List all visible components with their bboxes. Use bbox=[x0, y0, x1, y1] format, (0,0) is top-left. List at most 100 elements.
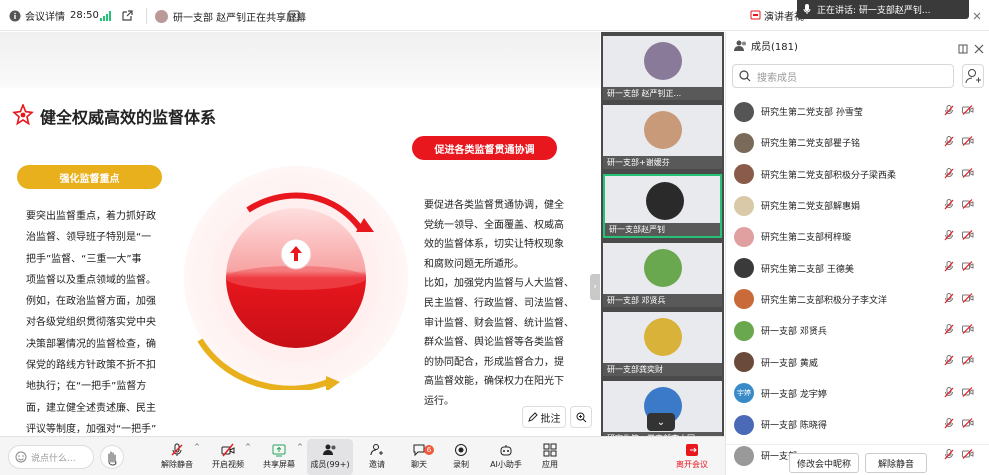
popout-icon[interactable] bbox=[122, 0, 133, 31]
camera-off-icon[interactable] bbox=[962, 230, 974, 243]
speaking-indicator: 正在讲话: 研一支部赵严钊... bbox=[797, 0, 969, 19]
microphone-muted-icon[interactable] bbox=[944, 198, 954, 213]
member-avatar bbox=[734, 164, 754, 185]
microphone-muted-icon[interactable] bbox=[944, 167, 954, 182]
microphone-muted-icon[interactable] bbox=[944, 292, 954, 307]
add-member-button[interactable] bbox=[962, 64, 984, 88]
start-video-button[interactable]: 开启视频 bbox=[206, 439, 250, 475]
participant-name: 研一支部龚奕财 bbox=[603, 363, 722, 376]
member-row[interactable]: 宇婷 研一支部 龙宇婷 bbox=[726, 378, 989, 409]
members-button[interactable]: 成员(99+) bbox=[307, 439, 353, 475]
member-row[interactable]: 研究生第二党支部积极分子梁西柔 bbox=[726, 159, 989, 190]
presenter-view-button[interactable]: 演讲者视 bbox=[750, 0, 804, 31]
video-gallery[interactable]: 研一支部 赵严钊正... 研一支部+谢媛芬 研一支部赵严钊 研一支部 邓贤兵研一支部龚… bbox=[601, 32, 724, 436]
microphone-muted-icon[interactable] bbox=[944, 324, 954, 338]
camera-off-icon[interactable] bbox=[962, 136, 974, 149]
collapse-icon[interactable] bbox=[972, 0, 982, 31]
search-placeholder: 搜索成员 bbox=[757, 72, 797, 84]
apps-button[interactable]: 应用 bbox=[528, 439, 572, 475]
microphone-muted-icon bbox=[171, 443, 183, 456]
annotate-button[interactable]: 批注 bbox=[522, 406, 566, 428]
paragraph-line: 要突出监督重点，着力抓好政 bbox=[26, 211, 156, 222]
zoom-button[interactable] bbox=[570, 406, 592, 428]
paragraph-line: 地执行；在“一把手”监督方 bbox=[26, 381, 147, 393]
unmute-member-button[interactable]: 解除静音 bbox=[865, 453, 927, 473]
camera-off-icon[interactable] bbox=[962, 198, 974, 212]
chevron-right-icon: › bbox=[593, 282, 597, 292]
member-row[interactable]: 研究生第二党支部解惠娟 bbox=[726, 190, 989, 221]
view-icon[interactable] bbox=[288, 0, 300, 31]
share-caret-icon[interactable]: ^ bbox=[297, 443, 303, 451]
camera-off-icon[interactable] bbox=[962, 386, 974, 400]
member-row[interactable]: 研究生第二支部柯梓璇 bbox=[726, 221, 989, 252]
share-screen-label: 共享屏幕 bbox=[263, 460, 295, 469]
rename-button[interactable]: 修改会中昵称 bbox=[789, 453, 859, 473]
unmute-button[interactable]: 解除静音 bbox=[155, 439, 199, 475]
video-tile[interactable]: 研一支部赵严钊 bbox=[603, 174, 722, 238]
paragraph-line: 治监督、领导班子特别是“一 bbox=[26, 232, 152, 244]
member-row[interactable]: 研究生第二党支部 孙雪莹 bbox=[726, 96, 989, 127]
microphone-muted-icon[interactable] bbox=[944, 417, 954, 432]
microphone-muted-icon[interactable] bbox=[944, 136, 954, 150]
panel-toggle-handle[interactable]: › bbox=[590, 274, 600, 300]
paragraph-line: 效的监督体系，切实让特权现象 bbox=[424, 239, 564, 251]
microphone-muted-icon[interactable] bbox=[944, 105, 954, 119]
member-row[interactable]: 研究生第二党支部瞿子铭 bbox=[726, 127, 989, 158]
participant-avatar bbox=[644, 42, 682, 80]
video-tile[interactable]: 研一支部 赵严钊正... bbox=[603, 36, 722, 100]
member-row[interactable]: 研一支部 邓贤兵 bbox=[726, 315, 989, 346]
microphone-muted-icon[interactable] bbox=[944, 386, 954, 401]
member-row[interactable]: 研究生第二支部 王德美 bbox=[726, 252, 989, 283]
raise-hand-button[interactable] bbox=[100, 445, 124, 469]
member-row[interactable]: 研一支部 陈晓得 bbox=[726, 409, 989, 440]
member-row[interactable]: 研究生第二支部积极分子李文洋 bbox=[726, 284, 989, 315]
camera-off-icon[interactable] bbox=[962, 261, 974, 274]
record-button[interactable]: 录制 bbox=[439, 439, 483, 475]
member-row[interactable]: 研一支部 黄威 bbox=[726, 346, 989, 377]
members-button-label: 成员(99+) bbox=[310, 460, 350, 469]
camera-off-icon[interactable] bbox=[962, 418, 974, 431]
leave-meeting-button[interactable]: 离开会议 bbox=[670, 439, 714, 475]
hand-icon bbox=[108, 451, 117, 466]
scroll-down-button[interactable]: ⌄ bbox=[647, 413, 675, 431]
invite-button[interactable]: 邀请 bbox=[355, 439, 399, 475]
apps-icon bbox=[543, 443, 557, 457]
camera-off-icon[interactable] bbox=[962, 355, 974, 368]
chat-button[interactable]: 聊天 bbox=[397, 439, 441, 475]
add-user-icon bbox=[965, 69, 981, 84]
microphone-muted-icon[interactable] bbox=[944, 230, 954, 244]
participant-avatar bbox=[644, 249, 682, 287]
members-list: 研究生第二党支部 孙雪莹研究生第二党支部瞿子铭 研究生第二党支部积极分子梁西柔 研究… bbox=[726, 96, 989, 472]
video-tile[interactable]: 研一支部龚奕财 bbox=[603, 312, 722, 376]
paragraph-line: 评议等制度，加强对“一把手” bbox=[26, 423, 157, 435]
paragraph-line: 保党的路线方针政策不折不扣 bbox=[26, 360, 156, 372]
video-tile[interactable]: 研一支部 邓贤兵 bbox=[603, 243, 722, 307]
unmute-caret-icon[interactable]: ^ bbox=[194, 443, 200, 451]
microphone-icon bbox=[803, 4, 811, 15]
ai-assistant-button[interactable]: AI小助手 bbox=[484, 439, 528, 475]
camera-off-icon[interactable] bbox=[962, 105, 974, 118]
paragraph-line: 面，建立健全述责述廉、民主 bbox=[26, 402, 156, 414]
microphone-muted-icon[interactable] bbox=[944, 261, 954, 275]
paragraph-line: 审计监督、财会监督、统计监督、 bbox=[424, 317, 574, 329]
share-screen-button[interactable]: 共享屏幕 bbox=[257, 439, 301, 475]
shared-screen[interactable]: 健全权威高效的监督体系 强化监督重点 促进各类监督贯通协调 要突出监督重点，着力… bbox=[0, 32, 600, 436]
chevron-down-icon: ⌄ bbox=[656, 416, 666, 428]
close-icon[interactable] bbox=[974, 39, 984, 58]
paragraph-line: 决策部署情况的监督检查，确 bbox=[26, 338, 156, 350]
member-name: 研究生第二党支部 孙雪莹 bbox=[761, 108, 863, 119]
camera-off-icon[interactable] bbox=[962, 167, 974, 181]
meeting-details-button[interactable]: 会议详情 bbox=[9, 0, 65, 31]
slide-header-band bbox=[0, 32, 600, 88]
video-caret-icon[interactable]: ^ bbox=[245, 443, 251, 451]
video-tile[interactable]: 研一支部+谢媛芬 bbox=[603, 105, 722, 169]
participant-avatar bbox=[646, 182, 684, 220]
camera-off-icon[interactable] bbox=[962, 292, 974, 306]
say-something-input[interactable]: 说点什么... bbox=[8, 445, 94, 469]
microphone-muted-icon[interactable] bbox=[944, 355, 954, 369]
camera-off-icon[interactable] bbox=[962, 324, 974, 337]
signal-icon bbox=[100, 0, 112, 31]
search-members-input[interactable]: 搜索成员 bbox=[732, 64, 954, 88]
popout-panel-icon[interactable] bbox=[958, 39, 968, 58]
participant-avatar bbox=[644, 318, 682, 356]
